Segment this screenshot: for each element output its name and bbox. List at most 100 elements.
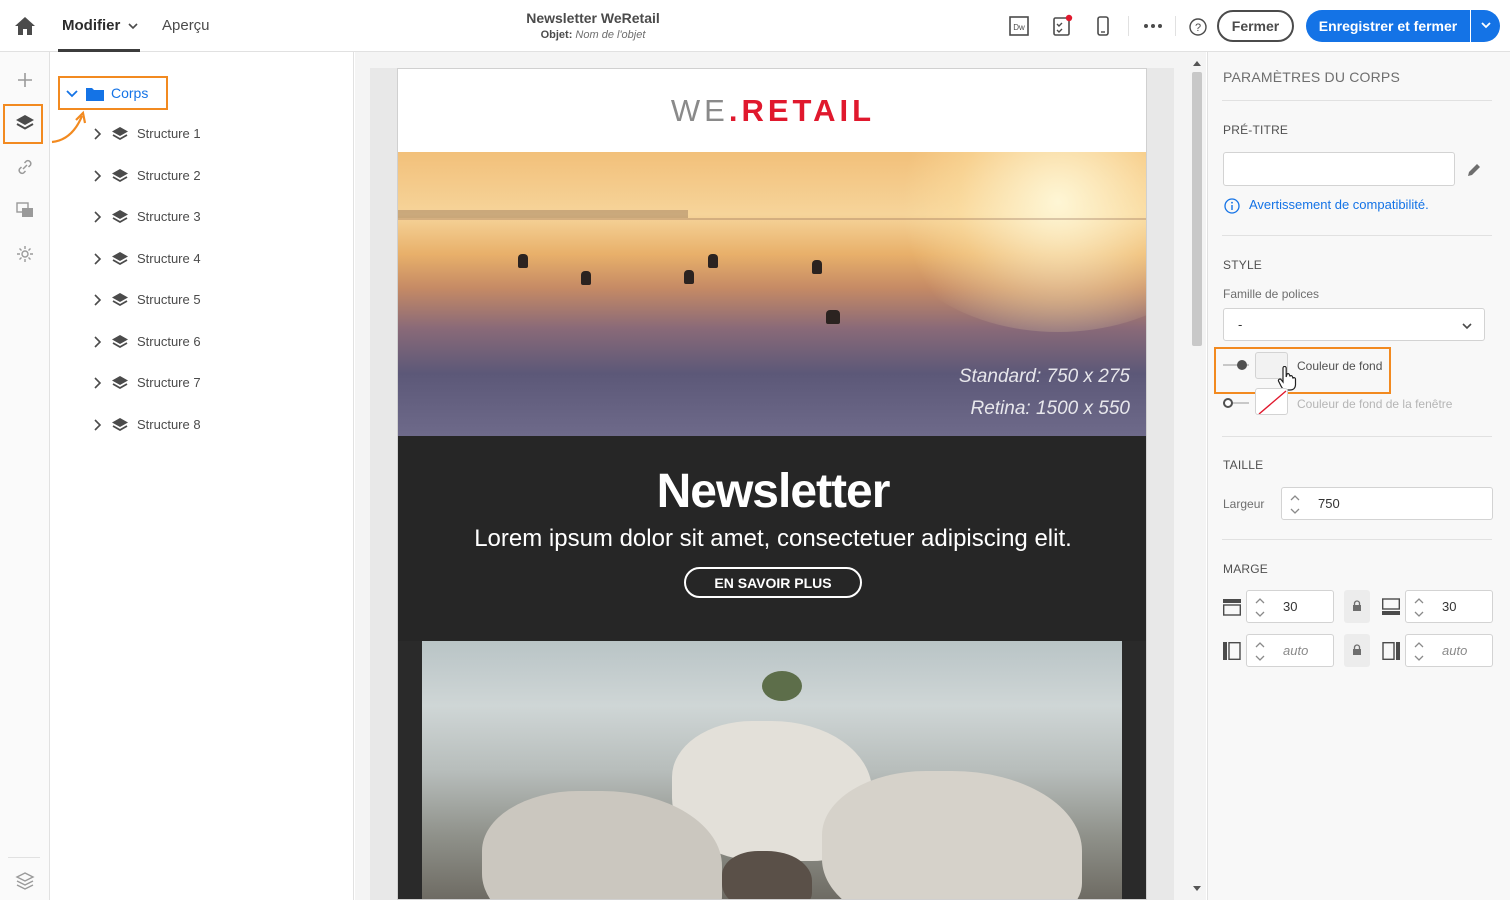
email-body[interactable]: WE.RETAIL Standard: 750 x 275 Retina: 15… <box>397 68 1147 900</box>
newsletter-block[interactable]: Newsletter Lorem ipsum dolor sit amet, c… <box>398 436 1146 641</box>
mobile-device-icon[interactable] <box>1091 14 1115 38</box>
chevron-up-icon[interactable] <box>1254 596 1266 606</box>
newsletter-text[interactable]: Lorem ipsum dolor sit amet, consectetuer… <box>398 525 1146 553</box>
pencil-icon[interactable] <box>1464 160 1484 180</box>
close-button[interactable]: Fermer <box>1217 10 1294 42</box>
tree-root-label[interactable]: Corps <box>111 84 148 102</box>
dreamweaver-icon-text: Dw <box>1013 23 1025 32</box>
scroll-up-arrow[interactable] <box>1193 61 1201 66</box>
tree-item-structure[interactable]: Structure 7 <box>90 371 330 395</box>
dreamweaver-icon[interactable]: Dw <box>1007 14 1031 38</box>
chevron-up-icon[interactable] <box>1413 596 1425 606</box>
surfer <box>581 271 591 285</box>
chevron-down-icon[interactable] <box>1413 609 1425 619</box>
subject-value[interactable]: Nom de l'objet <box>575 29 645 41</box>
tree-item-structure[interactable]: Structure 1 <box>90 122 330 146</box>
margin-top-input[interactable] <box>1271 590 1334 623</box>
scroll-thumb[interactable] <box>1192 72 1202 346</box>
chevron-right-icon[interactable] <box>90 417 106 433</box>
margin-bottom-icon <box>1381 597 1401 617</box>
margin-right-input[interactable] <box>1430 634 1493 667</box>
tree-item-structure[interactable]: Structure 3 <box>90 205 330 229</box>
save-options-dropdown[interactable] <box>1471 10 1500 42</box>
tab-apercu[interactable]: Aperçu <box>162 0 210 52</box>
lock-icon <box>1353 644 1361 655</box>
chevron-right-icon[interactable] <box>90 209 106 225</box>
email-header[interactable]: WE.RETAIL <box>398 69 1146 152</box>
tree-item-structure[interactable]: Structure 2 <box>90 164 330 188</box>
tree-item-structure[interactable]: Structure 6 <box>90 330 330 354</box>
rock <box>822 771 1082 899</box>
tree-item-structure[interactable]: Structure 8 <box>90 413 330 437</box>
chevron-right-icon[interactable] <box>90 168 106 184</box>
tab-modifier[interactable]: Modifier <box>62 0 120 52</box>
chevron-right-icon[interactable] <box>90 375 106 391</box>
chevron-right-icon[interactable] <box>90 292 106 308</box>
margin-horizontal-lock[interactable] <box>1344 634 1370 667</box>
font-family-select[interactable]: - <box>1223 308 1485 341</box>
chevron-down-icon[interactable] <box>1413 653 1425 663</box>
chevron-down-icon[interactable] <box>1254 653 1266 663</box>
hero-image[interactable]: Standard: 750 x 275 Retina: 1500 x 550 <box>398 152 1146 436</box>
tree-item-label: Structure 3 <box>137 209 201 224</box>
pretitle-input[interactable] <box>1223 152 1455 186</box>
info-icon <box>1223 197 1241 215</box>
width-input[interactable] <box>1306 487 1493 520</box>
document-title: Newsletter WeRetail <box>526 10 660 26</box>
layers-settings-icon[interactable] <box>13 868 37 892</box>
margin-left-input[interactable] <box>1271 634 1334 667</box>
scroll-down-arrow[interactable] <box>1193 886 1201 891</box>
margin-top-stepper[interactable] <box>1246 590 1272 623</box>
surfer <box>826 310 840 324</box>
margin-bottom-input[interactable] <box>1430 590 1493 623</box>
rail-divider <box>8 857 40 858</box>
newsletter-title[interactable]: Newsletter <box>398 464 1146 519</box>
tree-item-structure[interactable]: Structure 4 <box>90 247 330 271</box>
toolbar-divider <box>1175 16 1176 36</box>
help-icon[interactable]: ? <box>1186 14 1210 38</box>
assets-icon[interactable] <box>13 198 37 222</box>
section-divider <box>1222 100 1492 101</box>
width-stepper[interactable] <box>1281 487 1307 520</box>
toggle-knob <box>1237 360 1247 370</box>
checklist-icon[interactable] <box>1050 14 1074 38</box>
margin-vertical-lock[interactable] <box>1344 590 1370 623</box>
tree-item-structure[interactable]: Structure 5 <box>90 288 330 312</box>
canvas-scrollbar[interactable] <box>1188 58 1206 898</box>
chevron-up-icon[interactable] <box>1289 493 1301 503</box>
chevron-down-icon[interactable] <box>126 19 140 33</box>
folder-icon <box>86 88 104 101</box>
tree-item-label: Structure 5 <box>137 292 201 307</box>
font-family-label: Famille de polices <box>1223 287 1320 301</box>
left-rail <box>0 52 50 900</box>
chevron-right-icon[interactable] <box>90 251 106 267</box>
layers-icon <box>112 417 128 431</box>
link-icon[interactable] <box>13 155 37 179</box>
bg-color-toggle[interactable] <box>1223 359 1249 371</box>
width-label: Largeur <box>1223 497 1265 511</box>
more-icon[interactable] <box>1141 14 1165 38</box>
surfer <box>708 254 718 268</box>
add-icon[interactable] <box>13 68 37 92</box>
chevron-down-icon[interactable] <box>1254 609 1266 619</box>
home-icon[interactable] <box>12 14 38 38</box>
margin-right-stepper[interactable] <box>1405 634 1431 667</box>
layers-icon[interactable] <box>13 111 37 135</box>
chevron-right-icon[interactable] <box>90 334 106 350</box>
document-subject: Objet: Nom de l'objet <box>493 29 693 41</box>
chevron-right-icon[interactable] <box>90 126 106 142</box>
window-bg-color-swatch[interactable] <box>1255 388 1288 415</box>
style-section-title: STYLE <box>1223 258 1263 272</box>
margin-bottom-stepper[interactable] <box>1405 590 1431 623</box>
chevron-down-icon[interactable] <box>1289 506 1301 516</box>
learn-more-button[interactable]: EN SAVOIR PLUS <box>684 567 862 598</box>
subject-label: Objet: <box>540 29 573 41</box>
mountain-image[interactable] <box>422 641 1122 899</box>
compatibility-warning-link[interactable]: Avertissement de compatibilité. <box>1249 197 1429 212</box>
save-and-close-button[interactable]: Enregistrer et fermer <box>1306 10 1470 42</box>
chevron-up-icon[interactable] <box>1254 640 1266 650</box>
window-bg-color-toggle[interactable] <box>1223 397 1249 409</box>
margin-left-stepper[interactable] <box>1246 634 1272 667</box>
personalization-icon[interactable] <box>13 242 37 266</box>
chevron-up-icon[interactable] <box>1413 640 1425 650</box>
